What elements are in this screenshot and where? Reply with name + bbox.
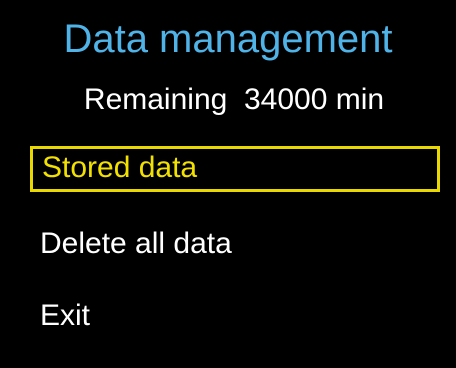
data-management-screen: Data management Remaining 34000 min Stor…: [0, 0, 456, 368]
menu-item-label: Exit: [40, 299, 91, 332]
menu-item-delete-all-data[interactable]: Delete all data: [30, 222, 440, 268]
remaining-time-text: Remaining 34000 min: [83, 83, 385, 116]
menu-item-label: Delete all data: [40, 227, 232, 260]
page-title: Data management: [63, 17, 393, 61]
menu-item-stored-data[interactable]: Stored data: [30, 146, 440, 192]
menu-item-label: Stored data: [42, 151, 198, 184]
menu-item-exit[interactable]: Exit: [30, 294, 440, 340]
